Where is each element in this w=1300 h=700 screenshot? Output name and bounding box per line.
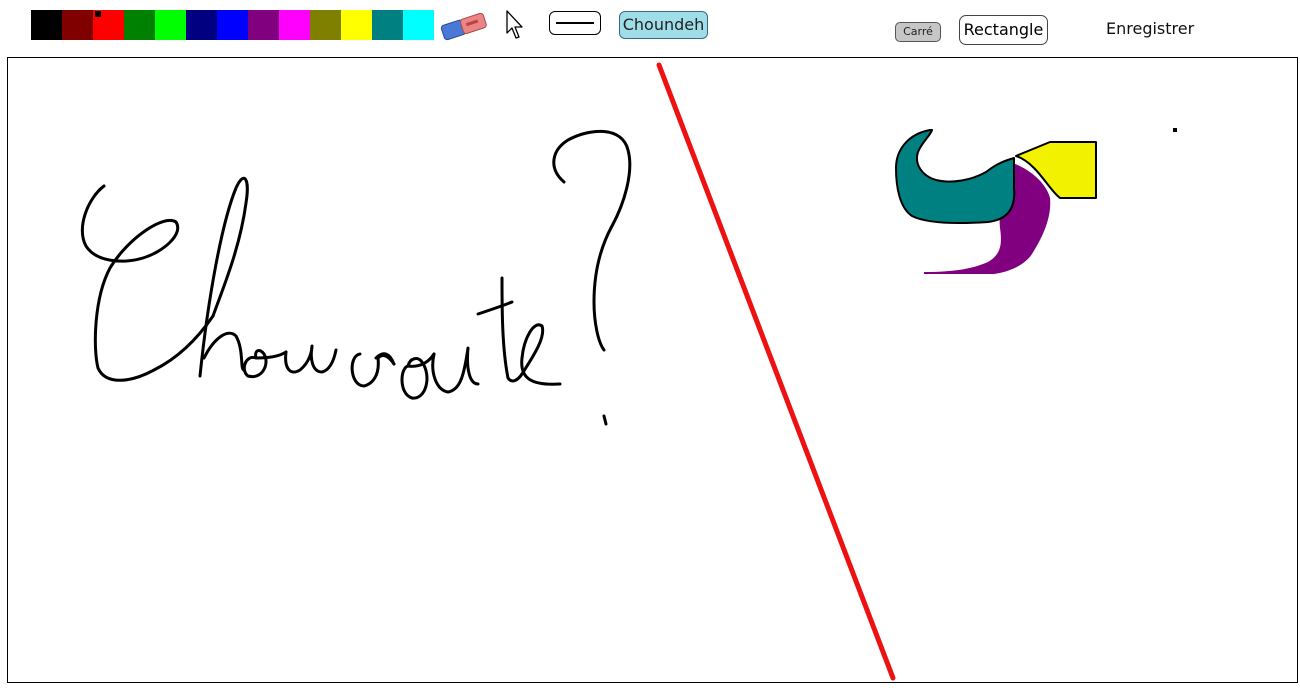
side-panel: [1102, 57, 1298, 683]
color-swatch-olive[interactable]: [310, 10, 341, 40]
rectangle-button[interactable]: Rectangle: [959, 15, 1048, 45]
handwriting-strokes: [80, 129, 632, 426]
color-swatch-teal[interactable]: [372, 10, 403, 40]
eraser-tool[interactable]: [438, 10, 490, 44]
color-swatch-black[interactable]: [31, 10, 62, 40]
color-swatch-green[interactable]: [124, 10, 155, 40]
color-palette: [31, 10, 434, 40]
color-swatch-blue[interactable]: [217, 10, 248, 40]
toolbar: Choundeh Carré Rectangle Enregistrer: [0, 0, 1300, 56]
choundeh-button[interactable]: Choundeh: [619, 11, 708, 39]
teal-shape: [895, 129, 1016, 225]
color-swatch-lime[interactable]: [155, 10, 186, 40]
drawing-layer: [80, 62, 1097, 681]
color-swatch-cyan[interactable]: [403, 10, 434, 40]
color-swatch-navy[interactable]: [186, 10, 217, 40]
drawing-canvas[interactable]: [7, 57, 1103, 683]
save-button[interactable]: Enregistrer: [1106, 18, 1194, 40]
color-swatch-magenta[interactable]: [279, 10, 310, 40]
line-width-button[interactable]: [549, 11, 601, 35]
carre-button[interactable]: Carré: [895, 22, 941, 42]
select-tool[interactable]: [504, 9, 526, 41]
red-line-stroke: [656, 62, 896, 681]
color-swatch-yellow[interactable]: [341, 10, 372, 40]
eraser-icon: [440, 12, 487, 41]
dot-mark: [1173, 128, 1177, 132]
color-swatch-purple[interactable]: [248, 10, 279, 40]
cursor-arrow-icon: [506, 10, 523, 39]
color-swatch-maroon[interactable]: [62, 10, 93, 40]
color-swatch-red[interactable]: [93, 10, 124, 40]
